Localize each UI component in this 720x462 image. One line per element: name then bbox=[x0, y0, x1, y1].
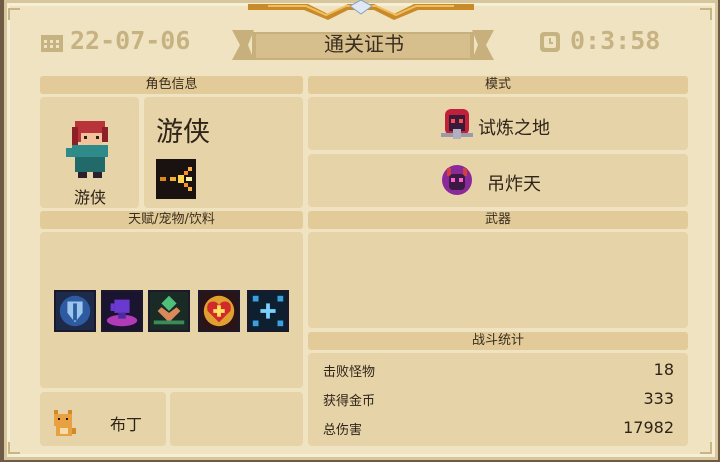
character-name: 游侠 bbox=[156, 117, 210, 148]
mode-label-trial: 试炼之地 bbox=[478, 118, 550, 139]
corner-ornament bbox=[8, 8, 20, 20]
crest-ornament-icon bbox=[248, 0, 474, 20]
red-heart-talent-icon[interactable] bbox=[198, 290, 240, 332]
mode-header: 模式 bbox=[308, 76, 688, 94]
stat-label-kills: 击败怪物 bbox=[323, 365, 376, 380]
battle-stats-header: 战斗统计 bbox=[308, 332, 688, 350]
corner-ornament bbox=[8, 442, 20, 454]
weapons-header: 武器 bbox=[308, 211, 688, 229]
stat-value-kills: 18 bbox=[653, 360, 674, 379]
mode-label-badass: 吊炸天 bbox=[487, 174, 541, 195]
corner-ornament bbox=[700, 442, 712, 454]
shield-talent-icon[interactable] bbox=[54, 290, 96, 332]
ranger-portrait-icon bbox=[66, 121, 108, 178]
trial-land-icon bbox=[441, 109, 473, 139]
ranger-skill-icon bbox=[156, 159, 196, 199]
purple-hand-talent-icon[interactable] bbox=[101, 290, 143, 332]
character-info-header: 角色信息 bbox=[40, 76, 303, 94]
corner-ornament bbox=[700, 8, 712, 20]
talents-header: 天赋/宠物/饮料 bbox=[40, 211, 303, 229]
portrait-label: 游侠 bbox=[73, 188, 106, 207]
clock-icon bbox=[540, 32, 560, 52]
stat-value-damage: 17982 bbox=[623, 418, 674, 437]
badass-mode-icon bbox=[442, 165, 472, 195]
stat-label-gold: 获得金币 bbox=[323, 394, 376, 409]
calendar-icon bbox=[41, 35, 63, 52]
stat-label-damage: 总伤害 bbox=[323, 423, 363, 438]
cat-pet-icon bbox=[54, 410, 76, 436]
sparkle-talent-icon[interactable] bbox=[247, 290, 289, 332]
certificate-title: 通关证书 bbox=[324, 32, 404, 56]
time-text: 0:3:58 bbox=[570, 26, 661, 55]
drink-panel bbox=[170, 392, 303, 446]
weapons-panel bbox=[308, 232, 688, 328]
date-text: 22-07-06 bbox=[70, 26, 191, 55]
green-heart-talent-icon[interactable] bbox=[148, 290, 190, 332]
stat-value-gold: 333 bbox=[643, 389, 674, 408]
pet-name: 布丁 bbox=[110, 415, 143, 434]
